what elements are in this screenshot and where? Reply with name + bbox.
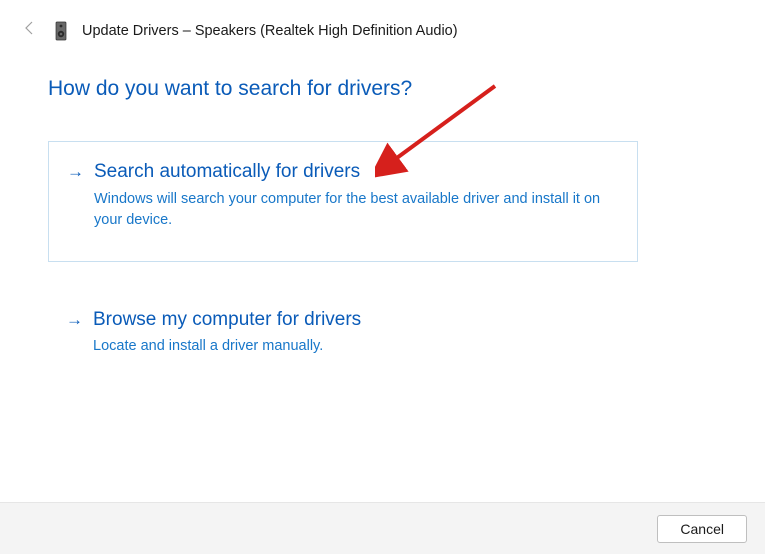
arrow-right-icon: → bbox=[67, 163, 84, 180]
option-description: Locate and install a driver manually. bbox=[93, 336, 614, 357]
main-heading: How do you want to search for drivers? bbox=[48, 77, 717, 101]
option-description: Windows will search your computer for th… bbox=[94, 189, 613, 231]
back-icon[interactable] bbox=[20, 20, 40, 41]
option-title: Browse my computer for drivers bbox=[93, 308, 361, 333]
arrow-right-icon: → bbox=[66, 311, 83, 328]
cancel-button[interactable]: Cancel bbox=[657, 515, 747, 543]
dialog-content: How do you want to search for drivers? →… bbox=[0, 41, 765, 365]
dialog-footer: Cancel bbox=[0, 502, 765, 554]
option-search-automatically[interactable]: → Search automatically for drivers Windo… bbox=[48, 141, 638, 262]
dialog-header: Update Drivers – Speakers (Realtek High … bbox=[0, 0, 765, 41]
dialog-title: Update Drivers – Speakers (Realtek High … bbox=[82, 23, 458, 39]
option-browse-computer[interactable]: → Browse my computer for drivers Locate … bbox=[48, 290, 638, 366]
device-speaker-icon bbox=[54, 21, 68, 41]
option-title: Search automatically for drivers bbox=[94, 160, 360, 185]
